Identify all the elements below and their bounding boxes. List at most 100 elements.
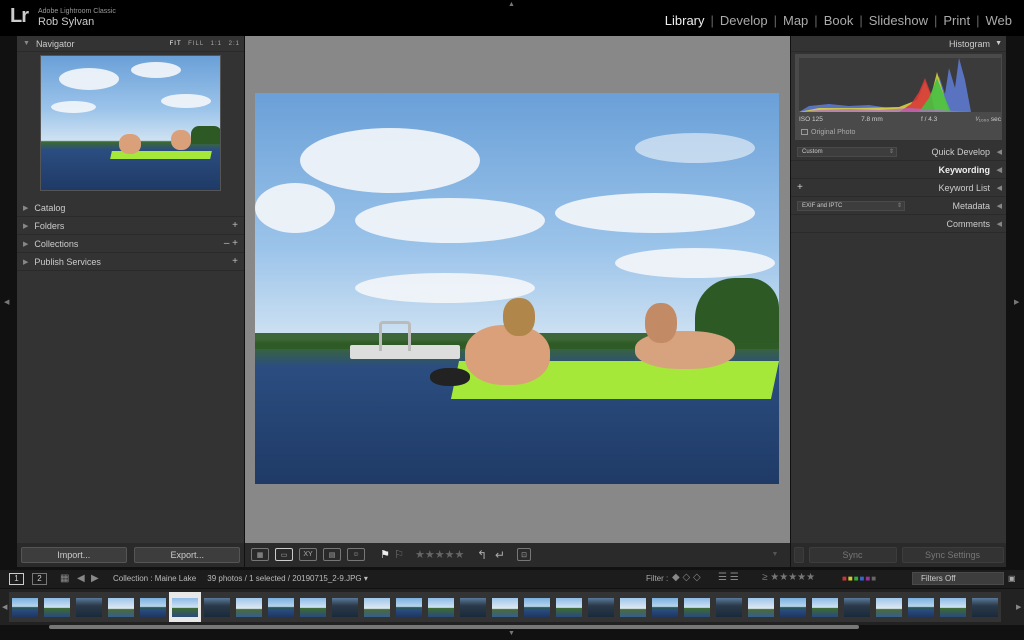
rotate-left-icon[interactable]: ↰ bbox=[475, 548, 489, 562]
filmstrip-scrollbar[interactable] bbox=[49, 625, 859, 629]
crop-overlay-icon[interactable]: ⊡ bbox=[517, 548, 531, 561]
original-photo-checkbox[interactable]: Original Photo bbox=[801, 129, 855, 136]
filmstrip-thumbnail[interactable] bbox=[617, 592, 649, 622]
flag-pick-icon[interactable]: ⚑ bbox=[379, 548, 391, 561]
filters-off-select[interactable]: Filters Off bbox=[912, 572, 1004, 585]
filmstrip-thumbnail[interactable] bbox=[873, 592, 905, 622]
edit-filter-icon[interactable]: ☰ ☰ bbox=[718, 572, 739, 583]
sync-button[interactable]: Sync bbox=[808, 547, 897, 563]
module-slideshow[interactable]: Slideshow bbox=[863, 13, 934, 28]
main-photo[interactable] bbox=[255, 93, 779, 484]
window-2-button[interactable]: 2 bbox=[32, 573, 47, 585]
filmstrip-thumbnail[interactable] bbox=[233, 592, 265, 622]
filmstrip-thumbnail[interactable] bbox=[521, 592, 553, 622]
filmstrip-thumbnail[interactable] bbox=[745, 592, 777, 622]
bottom-panel-toggle-icon[interactable]: ▼ bbox=[508, 630, 515, 637]
add-folder-button[interactable]: + bbox=[232, 220, 238, 231]
metadata-preset-select[interactable]: EXIF and IPTC bbox=[797, 201, 905, 211]
zoom-fill[interactable]: FILL bbox=[188, 41, 204, 47]
filmstrip-scroll-right-icon[interactable]: ▶ bbox=[1016, 603, 1021, 611]
back-arrow-icon[interactable]: ◀ bbox=[77, 573, 85, 584]
flag-reject-icon[interactable]: ⚐ bbox=[393, 548, 405, 561]
zoom-1-1[interactable]: 1:1 bbox=[211, 41, 222, 47]
collapse-triangle-icon[interactable]: ▼ bbox=[23, 40, 30, 47]
left-panel-toggle-icon[interactable]: ◀ bbox=[4, 298, 9, 306]
filmstrip-thumbnail[interactable] bbox=[361, 592, 393, 622]
quick-develop-header[interactable]: Custom Quick Develop◀ bbox=[791, 143, 1006, 161]
module-print[interactable]: Print bbox=[937, 13, 976, 28]
filmstrip-thumbnail[interactable] bbox=[105, 592, 137, 622]
filmstrip-thumbnail[interactable] bbox=[681, 592, 713, 622]
filmstrip-thumbnail[interactable] bbox=[9, 592, 41, 622]
top-panel-toggle-icon[interactable]: ▲ bbox=[508, 1, 515, 8]
filmstrip-thumbnail[interactable] bbox=[585, 592, 617, 622]
filmstrip-thumbnail[interactable] bbox=[41, 592, 73, 622]
import-button[interactable]: Import... bbox=[20, 547, 127, 563]
filmstrip-thumbnail[interactable] bbox=[841, 592, 873, 622]
filmstrip-thumbnail[interactable] bbox=[393, 592, 425, 622]
metadata-header[interactable]: EXIF and IPTC Metadata◀ bbox=[791, 197, 1006, 215]
collections-panel-header[interactable]: ▶ Collections – + bbox=[17, 235, 244, 253]
filmstrip-thumbnail[interactable] bbox=[169, 592, 201, 622]
add-publish-service-button[interactable]: + bbox=[232, 256, 238, 267]
publish-services-panel-header[interactable]: ▶ Publish Services + bbox=[17, 253, 244, 271]
toolbar-options-chevron-down-icon[interactable]: ▼ bbox=[769, 548, 781, 561]
filmstrip-thumbnail[interactable] bbox=[457, 592, 489, 622]
catalog-panel-header[interactable]: ▶ Catalog bbox=[17, 199, 244, 217]
filmstrip-thumbnail[interactable] bbox=[489, 592, 521, 622]
filmstrip-thumbnail[interactable] bbox=[297, 592, 329, 622]
module-book[interactable]: Book bbox=[818, 13, 860, 28]
window-1-button[interactable]: 1 bbox=[9, 573, 24, 585]
filmstrip-thumbnail[interactable] bbox=[201, 592, 233, 622]
grid-view-icon[interactable]: ▦ bbox=[251, 548, 269, 561]
filmstrip-thumbnail[interactable] bbox=[809, 592, 841, 622]
saved-preset-select[interactable]: Custom bbox=[797, 147, 897, 157]
forward-arrow-icon[interactable]: ▶ bbox=[91, 573, 99, 584]
comments-header[interactable]: Comments ◀ bbox=[791, 215, 1006, 233]
keyword-list-header[interactable]: + Keyword List ◀ bbox=[791, 179, 1006, 197]
filmstrip-thumbnail[interactable] bbox=[425, 592, 457, 622]
folders-panel-header[interactable]: ▶ Folders + bbox=[17, 217, 244, 235]
filmstrip-thumbnail[interactable] bbox=[937, 592, 969, 622]
filmstrip-scroll-left-icon[interactable]: ◀ bbox=[2, 603, 7, 611]
navigator-header[interactable]: ▼ Navigator FIT FILL 1:1 2:1 bbox=[17, 36, 244, 52]
rating-filter-stars[interactable]: ≥ ★★★★★ bbox=[762, 572, 815, 583]
filmstrip-thumbnail[interactable] bbox=[649, 592, 681, 622]
filmstrip-thumbnail[interactable] bbox=[905, 592, 937, 622]
survey-view-icon[interactable]: ▤ bbox=[323, 548, 341, 561]
rotate-right-icon[interactable]: ↵ bbox=[493, 548, 507, 562]
loupe-view-icon[interactable]: ▭ bbox=[275, 548, 293, 561]
filmstrip-thumbnail[interactable] bbox=[137, 592, 169, 622]
module-library[interactable]: Library bbox=[659, 13, 711, 28]
sync-settings-button[interactable]: Sync Settings bbox=[901, 547, 1004, 563]
histogram-header[interactable]: Histogram ▼ bbox=[791, 36, 1006, 52]
collapse-triangle-icon[interactable]: ▼ bbox=[995, 40, 1002, 47]
zoom-fit[interactable]: FIT bbox=[170, 41, 182, 47]
filmstrip-thumbnail[interactable] bbox=[713, 592, 745, 622]
module-web[interactable]: Web bbox=[980, 13, 1019, 28]
filmstrip-thumbnail[interactable] bbox=[73, 592, 105, 622]
module-map[interactable]: Map bbox=[777, 13, 814, 28]
keywording-header[interactable]: Keywording ◀ bbox=[791, 161, 1006, 179]
zoom-2-1[interactable]: 2:1 bbox=[229, 41, 240, 47]
flag-filter-icon[interactable]: ◆ ◇ ◇ bbox=[672, 572, 701, 583]
filmstrip-thumbnail[interactable] bbox=[553, 592, 585, 622]
histogram[interactable]: ISO 125 7.8 mm f / 4.3 ¹⁄₁₀₀₀ sec Origin… bbox=[795, 54, 1002, 140]
export-button[interactable]: Export... bbox=[134, 547, 241, 563]
loupe-view[interactable] bbox=[245, 36, 790, 543]
navigator-preview[interactable] bbox=[40, 55, 221, 191]
filmstrip-thumbnail[interactable] bbox=[777, 592, 809, 622]
color-label-filter[interactable]: ■■■■■■ bbox=[842, 574, 877, 583]
filmstrip-thumbnail[interactable] bbox=[265, 592, 297, 622]
people-view-icon[interactable]: ☺ bbox=[347, 548, 365, 561]
compare-view-icon[interactable]: XY bbox=[299, 548, 317, 561]
module-develop[interactable]: Develop bbox=[714, 13, 774, 28]
collections-controls[interactable]: – + bbox=[224, 238, 238, 249]
star-rating[interactable]: ★★★★★ bbox=[415, 548, 464, 561]
grid-icon[interactable]: ▦ bbox=[60, 573, 69, 584]
filmstrip-thumbnail[interactable] bbox=[329, 592, 361, 622]
right-panel-toggle-icon[interactable]: ▶ bbox=[1014, 298, 1019, 306]
source-dropdown-icon[interactable]: ▾ bbox=[364, 574, 368, 583]
filter-lock-icon[interactable]: ▣ bbox=[1008, 574, 1016, 583]
auto-sync-toggle[interactable] bbox=[793, 547, 804, 563]
